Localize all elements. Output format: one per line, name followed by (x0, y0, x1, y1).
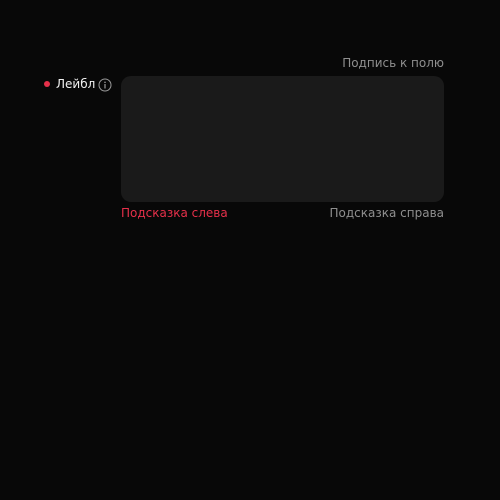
hint-right: Подсказка справа (329, 206, 445, 220)
field-label: Лейбл (56, 77, 96, 91)
field-caption: Подпись к полю (342, 56, 444, 70)
hint-left: Подсказка слева (121, 206, 228, 220)
text-area-field: Лейбл Подпись к полю Подсказка слева Под… (0, 0, 500, 500)
text-area-input[interactable] (121, 76, 444, 202)
info-icon[interactable] (98, 77, 112, 92)
required-indicator (44, 81, 50, 87)
info-circle-icon (98, 78, 112, 92)
